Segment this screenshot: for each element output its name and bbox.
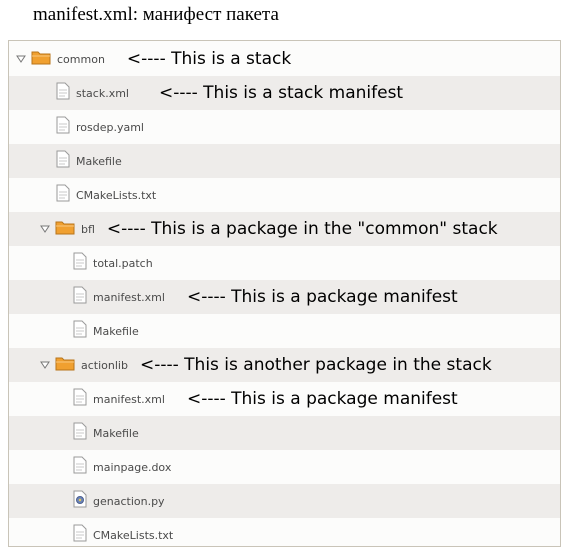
file-name: stack.xml xyxy=(76,86,129,100)
tree-row-file[interactable]: stack.xml <---- This is a stack manifest xyxy=(9,76,560,110)
file-name: rosdep.yaml xyxy=(76,120,144,134)
annotation-text: <---- This is a stack xyxy=(126,49,292,69)
folder-name: actionlib xyxy=(81,358,128,372)
tree-row-file[interactable]: CMakeLists.txt xyxy=(9,178,560,212)
document-icon xyxy=(56,184,70,207)
tree-row-file[interactable]: manifest.xml <---- This is a package man… xyxy=(9,280,560,314)
python-script-icon xyxy=(73,490,87,513)
tree-row-file[interactable]: Makefile xyxy=(9,314,560,348)
folder-name: bfl xyxy=(81,222,95,236)
file-name: manifest.xml xyxy=(93,392,165,406)
file-name: Makefile xyxy=(93,324,139,338)
file-name: Makefile xyxy=(93,426,139,440)
document-icon xyxy=(73,524,87,547)
annotation-text: <---- This is a package in the "common" … xyxy=(106,219,498,239)
folder-icon xyxy=(55,355,75,376)
document-icon xyxy=(56,150,70,173)
folder-icon xyxy=(31,49,51,70)
document-icon xyxy=(73,286,87,309)
annotation-text: <---- This is a package manifest xyxy=(186,389,458,409)
file-name: genaction.py xyxy=(93,494,165,508)
tree-row-file[interactable]: CMakeLists.txt xyxy=(9,518,560,552)
file-name: manifest.xml xyxy=(93,290,165,304)
tree-row-folder[interactable]: bfl <---- This is a package in the "comm… xyxy=(9,212,560,246)
document-icon xyxy=(73,456,87,479)
tree-row-folder[interactable]: actionlib <---- This is another package … xyxy=(9,348,560,382)
document-icon xyxy=(56,116,70,139)
document-icon xyxy=(73,252,87,275)
tree-row-file[interactable]: rosdep.yaml xyxy=(9,110,560,144)
annotation-text: <---- This is another package in the sta… xyxy=(139,355,492,375)
expanded-triangle-icon[interactable] xyxy=(39,359,51,371)
expanded-triangle-icon[interactable] xyxy=(39,223,51,235)
expanded-triangle-icon[interactable] xyxy=(15,53,27,65)
annotation-text: <---- This is a package manifest xyxy=(186,287,458,307)
file-name: Makefile xyxy=(76,154,122,168)
tree-row-folder[interactable]: common <---- This is a stack xyxy=(9,42,560,76)
document-icon xyxy=(56,82,70,105)
tree-row-file[interactable]: Makefile xyxy=(9,144,560,178)
folder-name: common xyxy=(57,52,105,66)
tree-row-file[interactable]: Makefile xyxy=(9,416,560,450)
annotation-text: <---- This is a stack manifest xyxy=(158,83,404,103)
file-name: CMakeLists.txt xyxy=(93,528,174,542)
tree-row-file[interactable]: mainpage.dox xyxy=(9,450,560,484)
tree-row-file[interactable]: genaction.py xyxy=(9,484,560,518)
caption-title: manifest.xml: манифест пакета xyxy=(33,4,279,25)
document-icon xyxy=(73,422,87,445)
file-name: mainpage.dox xyxy=(93,460,172,474)
file-tree: common <---- This is a stack stack.xml <… xyxy=(8,40,561,547)
document-icon xyxy=(73,388,87,411)
folder-icon xyxy=(55,219,75,240)
tree-row-file[interactable]: manifest.xml <---- This is a package man… xyxy=(9,382,560,416)
file-name: CMakeLists.txt xyxy=(76,188,157,202)
file-name: total.patch xyxy=(93,256,153,270)
tree-row-file[interactable]: total.patch xyxy=(9,246,560,280)
document-icon xyxy=(73,320,87,343)
